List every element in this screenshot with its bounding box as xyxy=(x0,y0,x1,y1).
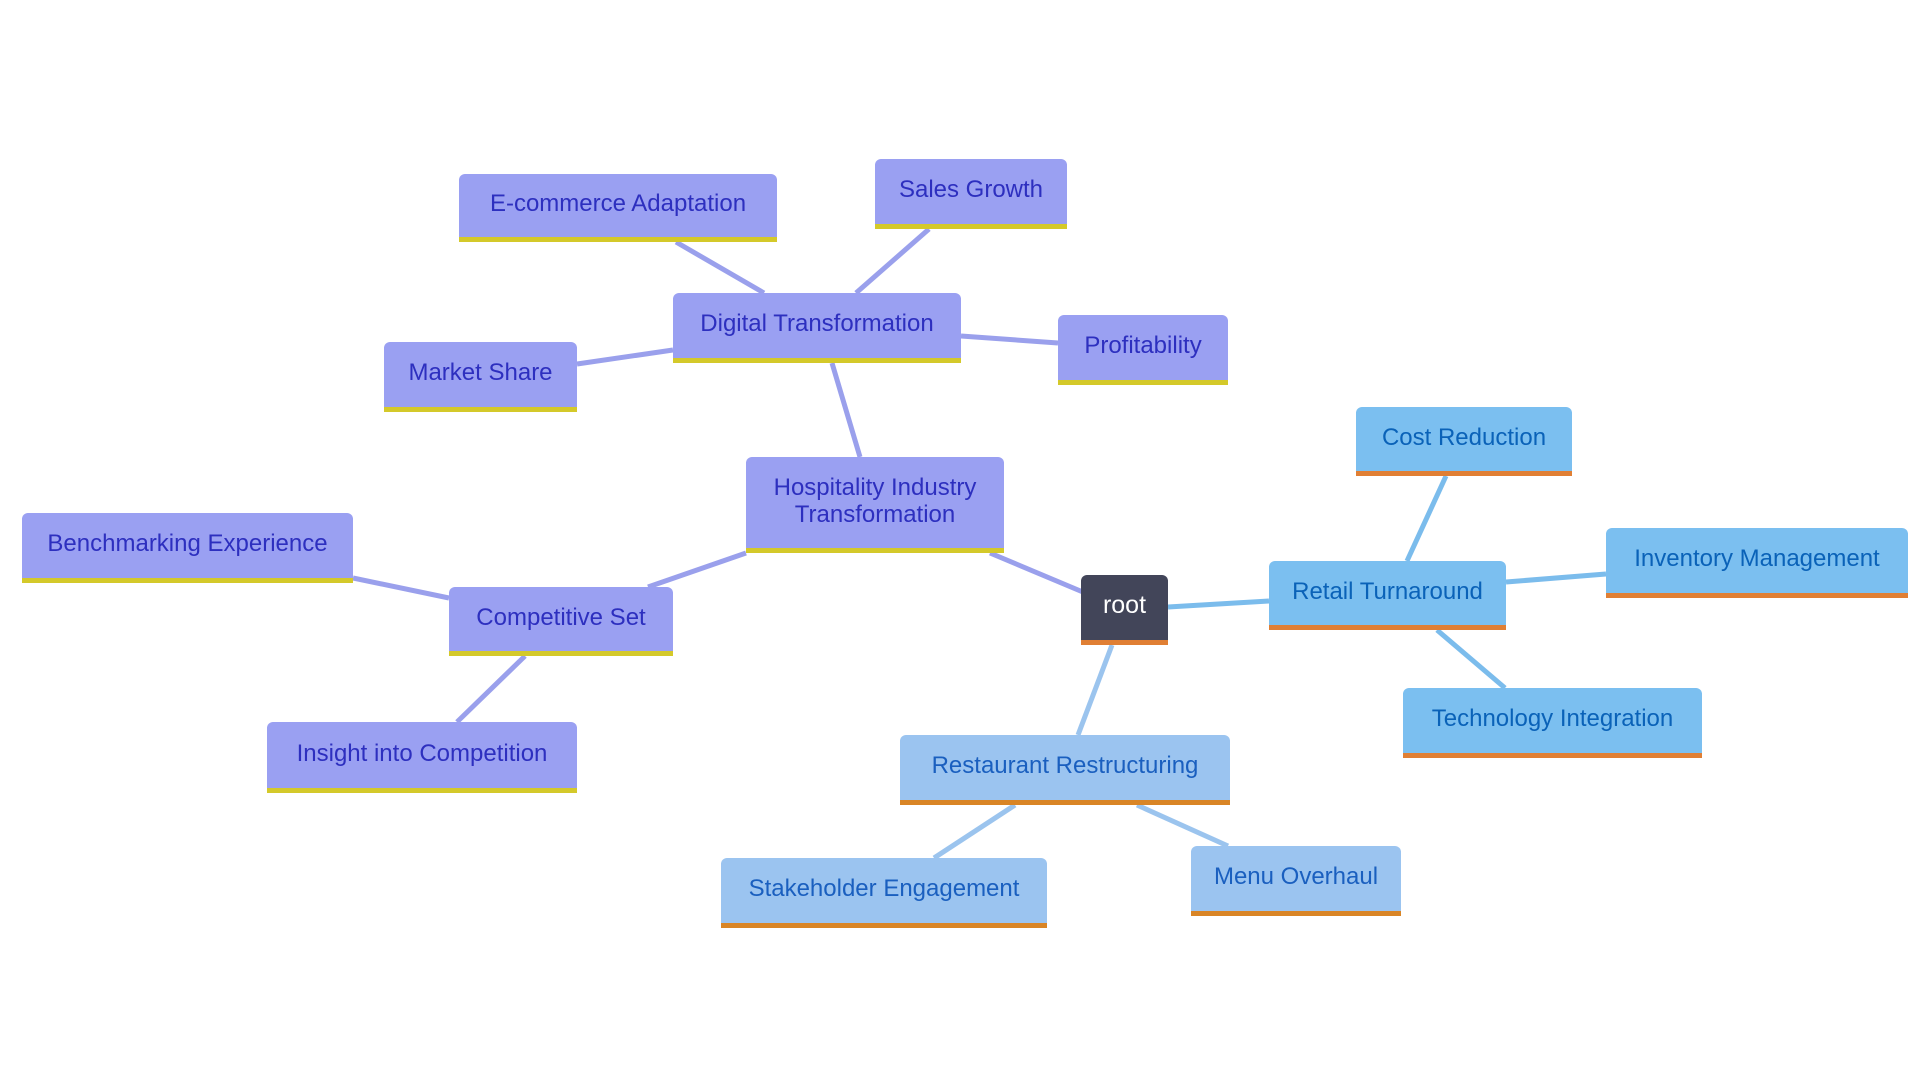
inventory-management-node[interactable]: Inventory Management xyxy=(1606,528,1908,598)
market-share-node[interactable]: Market Share xyxy=(384,342,577,412)
digital-transformation-node[interactable]: Digital Transformation xyxy=(673,293,961,363)
edge-competitive-set-benchmarking xyxy=(352,575,450,601)
hospitality-node[interactable]: Hospitality Industry Transformation xyxy=(746,457,1004,553)
profitability-node[interactable]: Profitability xyxy=(1058,315,1228,385)
edge-restaurant-stakeholder xyxy=(932,802,1017,861)
retail-turnaround-node[interactable]: Retail Turnaround xyxy=(1269,561,1506,630)
edge-retail-technology xyxy=(1435,628,1507,690)
insight-into-competition-node[interactable]: Insight into Competition xyxy=(267,722,577,793)
edge-digital-sales-growth xyxy=(854,227,931,295)
root-node[interactable]: root xyxy=(1081,575,1168,645)
restaurant-restructuring-node[interactable]: Restaurant Restructuring xyxy=(900,735,1230,805)
competitive-set-node[interactable]: Competitive Set xyxy=(449,587,673,656)
ecommerce-adaptation-node[interactable]: E-commerce Adaptation xyxy=(459,174,777,242)
edge-retail-inventory xyxy=(1505,571,1607,585)
menu-overhaul-node[interactable]: Menu Overhaul xyxy=(1191,846,1401,916)
edge-digital-profitability xyxy=(960,333,1059,346)
edge-hospitality-digital xyxy=(829,362,863,458)
benchmarking-experience-node[interactable]: Benchmarking Experience xyxy=(22,513,353,583)
edge-hospitality-competitive-set xyxy=(647,550,747,590)
edge-root-hospitality xyxy=(989,550,1091,598)
sales-growth-node[interactable]: Sales Growth xyxy=(875,159,1067,229)
edge-digital-market-share xyxy=(576,347,674,367)
edge-root-retail xyxy=(1167,598,1270,610)
stakeholder-engagement-node[interactable]: Stakeholder Engagement xyxy=(721,858,1047,928)
edge-retail-cost-reduction xyxy=(1404,474,1449,563)
edge-competitive-set-insight xyxy=(455,654,527,724)
technology-integration-node[interactable]: Technology Integration xyxy=(1403,688,1702,758)
cost-reduction-node[interactable]: Cost Reduction xyxy=(1356,407,1572,476)
edge-root-restaurant xyxy=(1075,644,1115,736)
edge-digital-ecommerce xyxy=(674,239,766,296)
edge-restaurant-menu xyxy=(1135,802,1230,849)
